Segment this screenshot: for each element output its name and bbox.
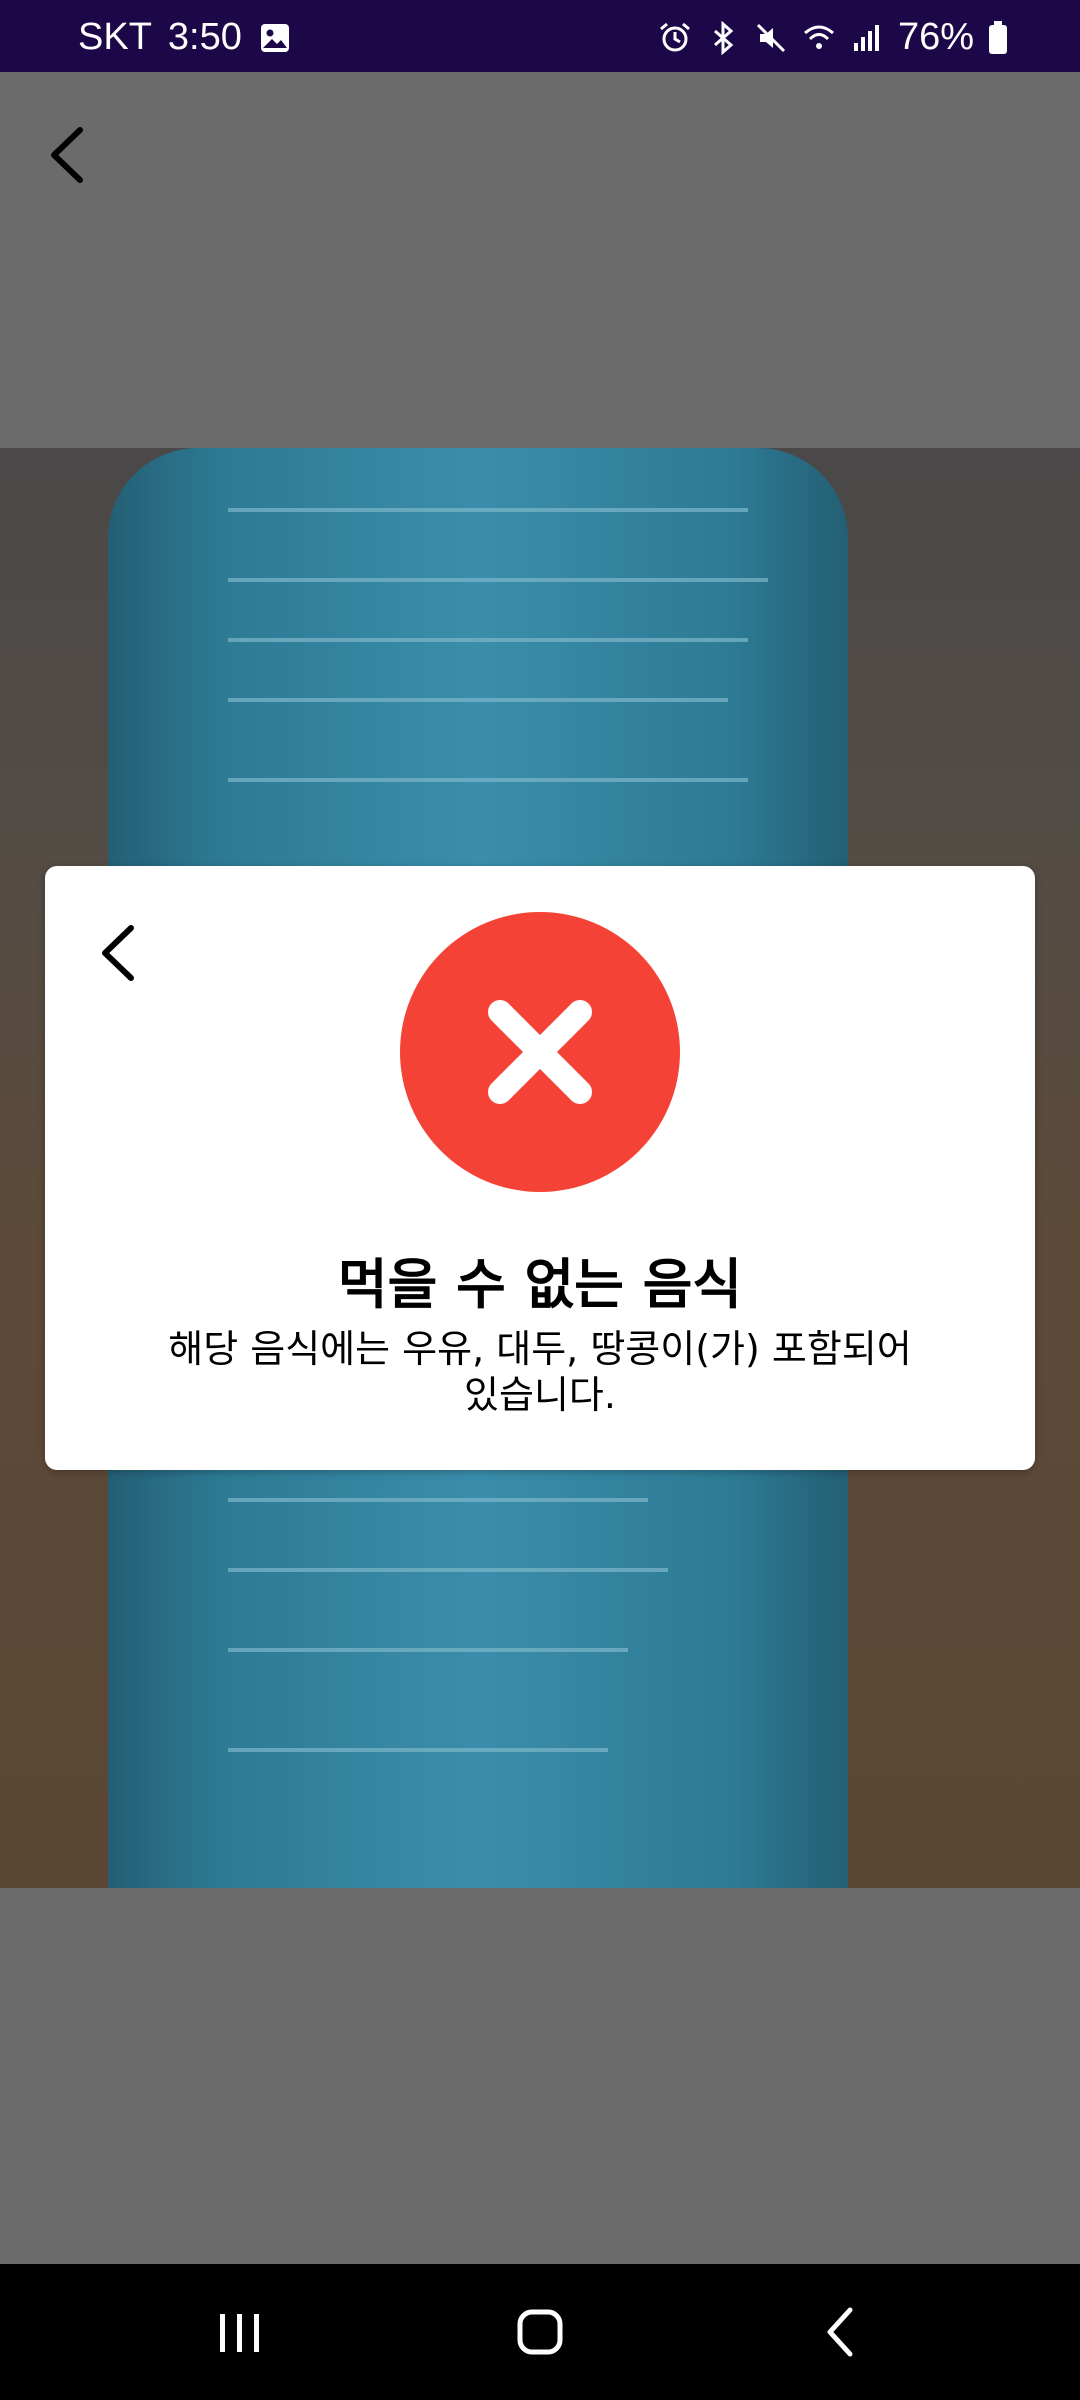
wifi-icon [803, 25, 834, 49]
error-status-badge [400, 912, 680, 1192]
home-icon[interactable] [500, 2294, 580, 2370]
status-left: SKT 3:50 [78, 16, 292, 59]
dialog-title: 먹을 수 없는 음식 [337, 1253, 743, 1316]
dialog-back-button[interactable] [91, 918, 147, 988]
result-dialog: 먹을 수 없는 음식 해당 음식에는 우유, 대두, 땅콩이(가) 포함되어 있… [45, 866, 1035, 1470]
battery-icon [989, 20, 1007, 54]
nav-back-icon[interactable] [800, 2294, 880, 2370]
recent-apps-icon[interactable] [200, 2294, 280, 2370]
back-button[interactable] [40, 120, 96, 190]
clock: 3:50 [167, 16, 242, 58]
mute-icon [756, 23, 785, 52]
dialog-message: 해당 음식에는 우유, 대두, 땅콩이(가) 포함되어 있습니다. [168, 1327, 912, 1417]
battery-percent: 76% [897, 16, 974, 58]
gallery-icon [260, 23, 289, 52]
navigation-bar [0, 2264, 1080, 2400]
bluetooth-icon [713, 20, 734, 55]
status-bar: SKT 3:50 76% [0, 0, 1080, 72]
close-icon [488, 1000, 592, 1104]
status-right: 76% [658, 16, 1008, 59]
signal-icon [853, 24, 879, 51]
carrier: SKT [78, 16, 152, 58]
alarm-icon [659, 22, 690, 51]
screen: SKT 3:50 76% 먹을 수 없는 음식 해당 음식에는 우유, 대두, … [0, 0, 1080, 2400]
